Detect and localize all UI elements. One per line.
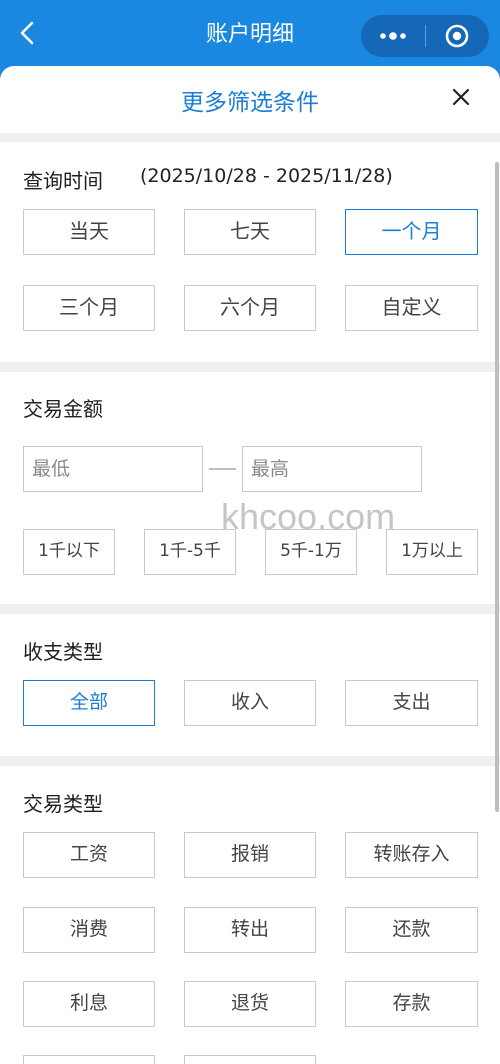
amount-title: 交易金额 (23, 397, 103, 421)
txn-option-repayment[interactable]: 还款 (345, 907, 478, 953)
time-option-custom[interactable]: 自定义 (345, 285, 478, 331)
amount-option-above-10k[interactable]: 1万以上 (386, 529, 478, 575)
sheet-title: 更多筛选条件 (181, 90, 319, 116)
close-icon[interactable] (448, 84, 474, 110)
income-option-income[interactable]: 收入 (184, 680, 316, 726)
filter-sheet: 更多筛选条件 查询时间 (2025/10/28 - 2025/11/28) 当天… (0, 66, 500, 1064)
watermark: khcoo.com (221, 496, 396, 537)
txn-option-transfer-out[interactable]: 转出 (184, 907, 316, 953)
query-time-title: 查询时间 (23, 169, 103, 193)
time-option-1month[interactable]: 一个月 (345, 209, 478, 255)
income-option-all[interactable]: 全部 (23, 680, 155, 726)
time-option-6months[interactable]: 六个月 (184, 285, 316, 331)
txn-option-transfer-in[interactable]: 转账存入 (345, 832, 478, 878)
mini-program-capsule (361, 15, 489, 57)
section-divider (0, 362, 500, 372)
txn-type-title: 交易类型 (23, 792, 103, 816)
txn-option-partial[interactable] (23, 1055, 155, 1064)
section-divider (0, 756, 500, 766)
amount-min-input[interactable] (23, 446, 203, 492)
range-dash (209, 468, 236, 470)
txn-option-return[interactable]: 退货 (184, 981, 316, 1027)
income-option-expense[interactable]: 支出 (345, 680, 478, 726)
more-dots-icon[interactable] (361, 15, 425, 57)
app-bar: 账户明细 (0, 0, 500, 66)
txn-option-deposit[interactable]: 存款 (345, 981, 478, 1027)
txn-option-consumption[interactable]: 消费 (23, 907, 155, 953)
time-option-3months[interactable]: 三个月 (23, 285, 155, 331)
time-option-7days[interactable]: 七天 (184, 209, 316, 255)
query-time-range: (2025/10/28 - 2025/11/28) (140, 165, 393, 187)
txn-option-reimbursement[interactable]: 报销 (184, 832, 316, 878)
time-option-today[interactable]: 当天 (23, 209, 155, 255)
section-divider (0, 133, 500, 142)
target-icon[interactable] (425, 15, 489, 57)
amount-option-below-1k[interactable]: 1千以下 (23, 529, 115, 575)
amount-max-input[interactable] (242, 446, 422, 492)
scrollbar[interactable] (495, 162, 499, 812)
txn-option-interest[interactable]: 利息 (23, 981, 155, 1027)
section-divider (0, 604, 500, 614)
txn-option-partial[interactable] (184, 1055, 316, 1064)
income-type-title: 收支类型 (23, 640, 103, 664)
txn-option-salary[interactable]: 工资 (23, 832, 155, 878)
